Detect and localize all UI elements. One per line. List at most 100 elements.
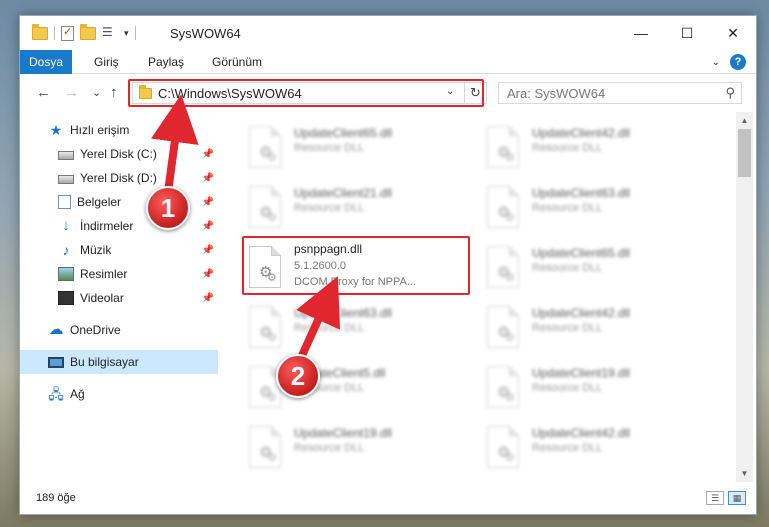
sidebar-item-videos[interactable]: Videolar 📌 (20, 286, 218, 310)
gear-icon: ⚙ (505, 152, 515, 164)
ribbon: Dosya Giriş Paylaş Görünüm ⌄ ? (20, 50, 756, 106)
sidebar-item-label: Müzik (80, 243, 112, 257)
gear-icon: ⚙ (505, 452, 515, 464)
tab-home[interactable]: Giriş (82, 50, 131, 74)
details-view-icon[interactable]: ☰ (706, 491, 724, 505)
window-controls: — ☐ ✕ (618, 16, 756, 50)
ribbon-right: ⌄ ? (712, 54, 746, 70)
file-description: Resource DLL (294, 202, 365, 214)
file-highlight-box (242, 236, 470, 295)
file-description: Resource DLL (532, 382, 603, 394)
search-icon[interactable]: ⚲ (725, 85, 735, 101)
sidebar-item-local-disk-d[interactable]: Yerel Disk (D:) 📌 (20, 166, 218, 190)
scroll-up-icon[interactable]: ▲ (736, 112, 753, 129)
file-description: Resource DLL (294, 142, 365, 154)
dll-file-icon: ⚙ ⚙ (487, 126, 519, 168)
pin-icon[interactable]: 📌 (202, 293, 214, 304)
step-1-badge: 1 (146, 186, 190, 230)
toolbar-dropdown-icon[interactable]: ▾ (124, 28, 129, 39)
sidebar-item-label: Belgeler (77, 195, 122, 209)
dll-file-icon: ⚙ ⚙ (249, 186, 281, 228)
sidebar-item-downloads[interactable]: ↓ İndirmeler 📌 (20, 214, 218, 238)
file-description: Resource DLL (294, 322, 365, 334)
sidebar-item-label: OneDrive (70, 323, 121, 337)
search-input[interactable]: Ara: SysWOW64 (507, 86, 605, 101)
toolbar-separator (54, 26, 55, 40)
star-icon: ★ (49, 122, 63, 138)
pin-icon[interactable]: 📌 (202, 269, 214, 280)
gear-icon: ⚙ (267, 332, 277, 344)
file-name: UpdateClient65.dll (532, 246, 631, 260)
sidebar-item-this-pc[interactable]: Bu bilgisayar (20, 350, 218, 374)
pin-icon[interactable]: 📌 (202, 197, 214, 208)
recent-locations-button[interactable]: ⌄ (92, 86, 101, 99)
sidebar-item-pictures[interactable]: Resimler 📌 (20, 262, 218, 286)
close-button[interactable]: ✕ (710, 16, 756, 50)
file-description: Resource DLL (532, 202, 603, 214)
help-icon[interactable]: ? (730, 54, 746, 70)
file-item[interactable]: ⚙ ⚙ UpdateClient42.dll Resource DLL (482, 420, 712, 476)
sidebar-item-onedrive[interactable]: ☁ OneDrive (20, 318, 218, 342)
pin-icon[interactable]: 📌 (202, 245, 214, 256)
properties-icon[interactable] (61, 25, 74, 41)
sidebar-item-label: Hızlı erişim (70, 123, 130, 137)
folder-icon (32, 23, 48, 40)
sidebar-item-music[interactable]: ♪ Müzik 📌 (20, 238, 218, 262)
file-name: UpdateClient42.dll (532, 126, 631, 140)
customize-toolbar-icon[interactable]: ☰ (102, 25, 118, 41)
tab-view[interactable]: Görünüm (200, 50, 274, 74)
file-item[interactable]: ⚙ ⚙ UpdateClient65.dll Resource DLL (482, 240, 712, 296)
file-item[interactable]: ⚙ ⚙ UpdateClient65.dll Resource DLL (244, 120, 474, 176)
window-title: SysWOW64 (170, 26, 241, 41)
gear-icon: ⚙ (505, 212, 515, 224)
view-buttons: ☰ ▦ (706, 491, 746, 505)
file-item[interactable]: ⚙ ⚙ UpdateClient42.dll Resource DLL (482, 300, 712, 356)
file-item[interactable]: ⚙ ⚙ UpdateClient42.dll Resource DLL (482, 120, 712, 176)
file-item[interactable]: ⚙ ⚙ UpdateClient63.dll Resource DLL (244, 300, 474, 356)
vertical-scrollbar[interactable]: ▲ ▼ (736, 112, 753, 482)
network-icon: 🖧 (48, 386, 64, 402)
tab-share[interactable]: Paylaş (136, 50, 196, 74)
file-item[interactable]: ⚙ ⚙ UpdateClient19.dll Resource DLL (244, 420, 474, 476)
sidebar-item-label: Resimler (80, 267, 128, 281)
sidebar-item-quick-access[interactable]: ★ Hızlı erişim (20, 118, 218, 142)
up-button[interactable]: ↑ (110, 84, 118, 101)
pictures-icon (58, 267, 74, 281)
gear-icon: ⚙ (267, 152, 277, 164)
pin-icon[interactable]: 📌 (202, 173, 214, 184)
back-button[interactable]: ← (36, 84, 51, 101)
file-description: Resource DLL (532, 322, 603, 334)
tiles-view-icon[interactable]: ▦ (728, 491, 746, 505)
sidebar-item-label: Videolar (80, 291, 124, 305)
pin-icon[interactable]: 📌 (202, 149, 214, 160)
drive-icon (58, 151, 74, 160)
file-item[interactable]: ⚙ ⚙ UpdateClient21.dll Resource DLL (244, 180, 474, 236)
file-name: UpdateClient42.dll (532, 306, 631, 320)
file-item[interactable]: ⚙ ⚙ UpdateClient19.dll Resource DLL (482, 360, 712, 416)
forward-button[interactable]: → (64, 84, 79, 101)
file-name: UpdateClient63.dll (294, 306, 393, 320)
navigation-pane: ★ Hızlı erişim Yerel Disk (C:) 📌 Yerel D… (20, 112, 220, 482)
scroll-down-icon[interactable]: ▼ (736, 465, 753, 482)
step-2-badge: 2 (276, 354, 320, 398)
search-box[interactable]: Ara: SysWOW64 ⚲ (498, 82, 742, 104)
new-folder-icon[interactable] (80, 23, 96, 40)
pin-icon[interactable]: 📌 (202, 221, 214, 232)
dll-file-icon: ⚙ ⚙ (249, 126, 281, 168)
file-item[interactable]: ⚙ ⚙ UpdateClient63.dll Resource DLL (482, 180, 712, 236)
dll-file-icon: ⚙ ⚙ (487, 306, 519, 348)
toolbar-separator (134, 26, 136, 40)
gear-icon: ⚙ (505, 392, 515, 404)
maximize-button[interactable]: ☐ (664, 16, 710, 50)
dll-file-icon: ⚙ ⚙ (487, 426, 519, 468)
sidebar-item-label: İndirmeler (80, 219, 134, 233)
dll-file-icon: ⚙ ⚙ (249, 306, 281, 348)
sidebar-item-network[interactable]: 🖧 Ağ (20, 382, 218, 406)
sidebar-item-local-disk-c[interactable]: Yerel Disk (C:) 📌 (20, 142, 218, 166)
scroll-thumb[interactable] (738, 129, 751, 177)
ribbon-expand-icon[interactable]: ⌄ (712, 57, 720, 68)
minimize-button[interactable]: — (618, 16, 664, 50)
documents-icon (58, 195, 71, 209)
sidebar-item-label: Yerel Disk (D:) (80, 171, 157, 185)
computer-icon (48, 356, 64, 368)
